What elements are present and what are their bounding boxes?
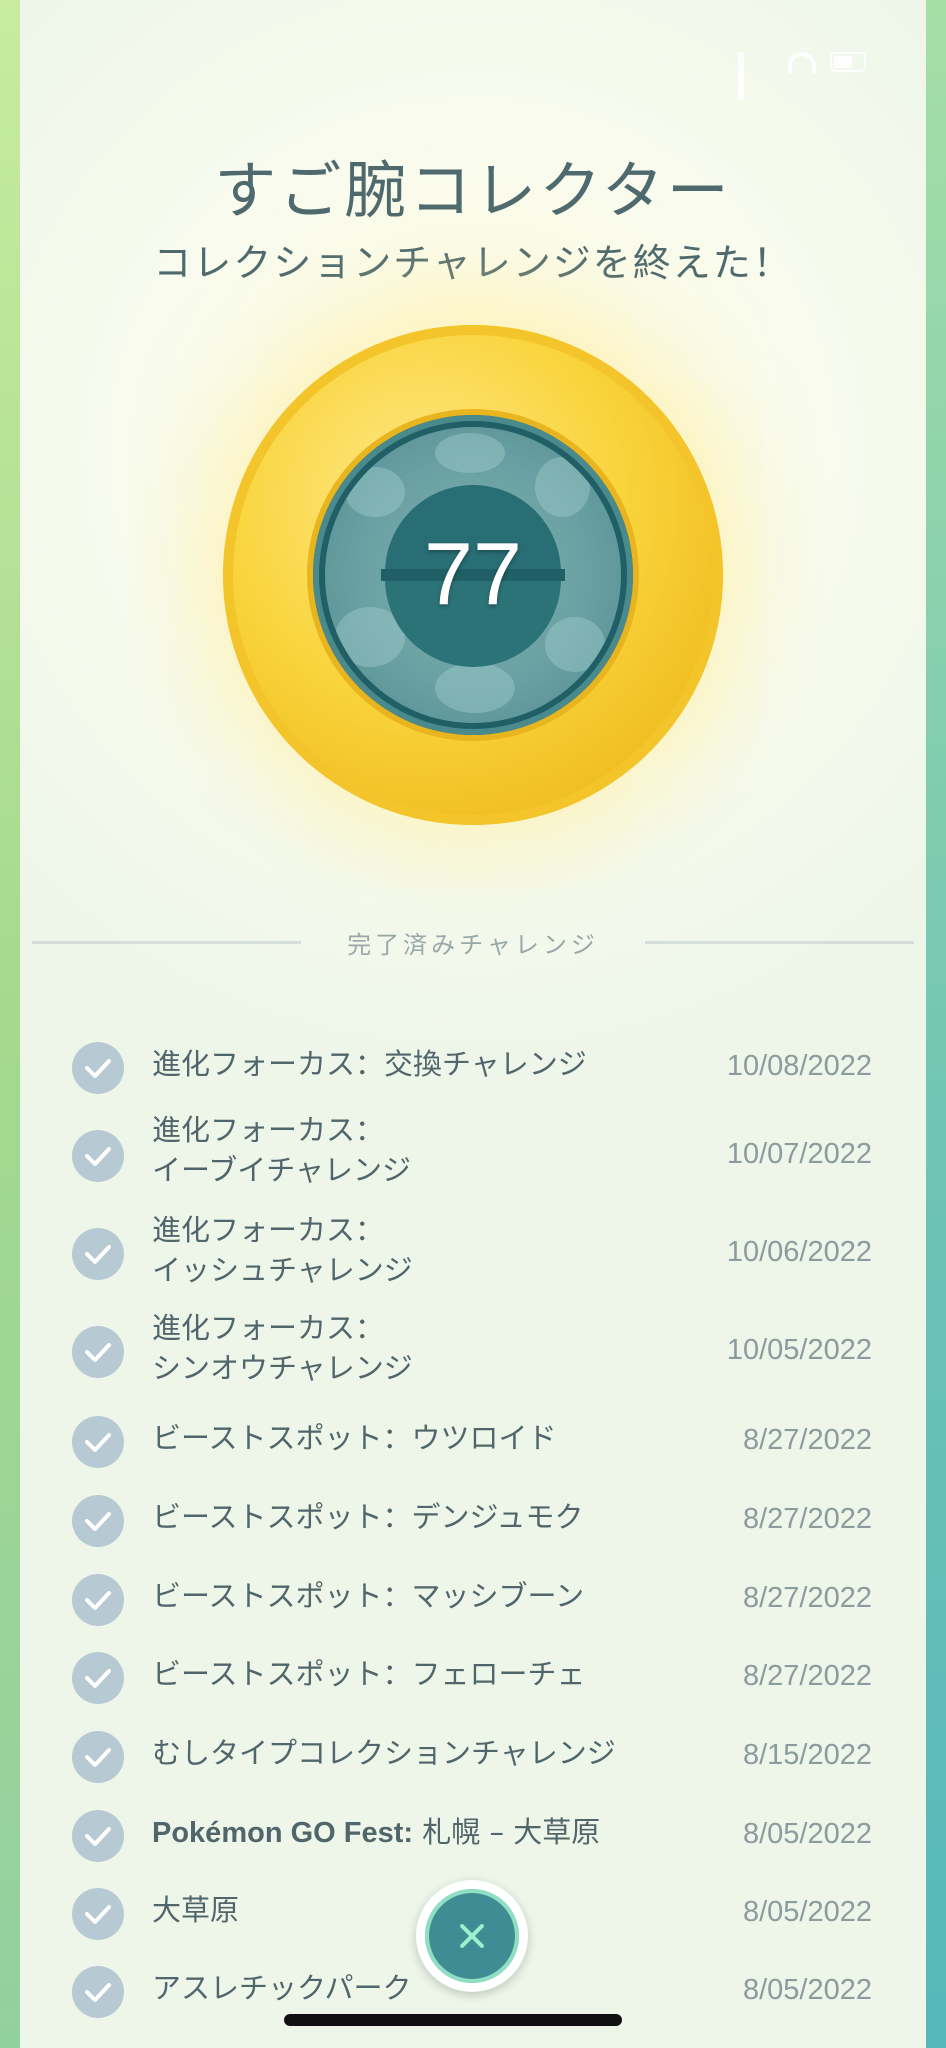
challenge-name: 進化フォーカス： イッシュチャレンジ — [152, 1213, 413, 1287]
challenge-date: 10/08/2022 — [726, 1050, 872, 1082]
challenge-name: ビーストスポット：マッシブーン — [152, 1579, 585, 1613]
collection-complete-card: すご腕コレクター コレクションチャレンジを終えた！ 77 完了済みチャレンジ 進… — [20, 0, 926, 2048]
wifi-icon — [788, 52, 816, 74]
check-icon — [72, 1228, 124, 1280]
challenge-name: ビーストスポット：デンジュモク — [152, 1500, 584, 1534]
page-subtitle: コレクションチャレンジを終えた！ — [153, 241, 793, 285]
check-icon — [72, 1888, 124, 1940]
challenge-date: 8/05/2022 — [742, 1896, 872, 1928]
page-title: すご腕コレクター — [214, 154, 732, 227]
challenge-date: 8/27/2022 — [742, 1582, 872, 1614]
challenge-date: 8/15/2022 — [742, 1739, 872, 1771]
check-icon — [72, 1495, 124, 1547]
challenge-date: 10/05/2022 — [726, 1334, 872, 1366]
event-location: 札幌 – 大草原 — [413, 1815, 601, 1849]
screen-bezel-right — [926, 0, 946, 2048]
challenge-date: 10/07/2022 — [726, 1138, 872, 1170]
check-icon — [72, 1731, 124, 1783]
challenge-name: 進化フォーカス： シンオウチャレンジ — [152, 1311, 413, 1385]
home-indicator[interactable] — [284, 2014, 622, 2026]
challenge-name: アスレチックパーク — [152, 1971, 412, 2005]
medal-ring: 77 — [313, 415, 633, 735]
check-icon — [72, 1966, 124, 2018]
challenge-name: 大草原 — [152, 1893, 240, 1927]
medal-count: 77 — [424, 524, 522, 623]
check-icon — [72, 1042, 124, 1094]
collector-medal: 77 — [223, 325, 723, 825]
challenge-date: 8/27/2022 — [742, 1424, 872, 1456]
section-divider: 完了済みチャレンジ — [32, 922, 915, 962]
check-icon — [72, 1416, 124, 1468]
medal-center: 77 — [325, 427, 621, 723]
status-bar — [738, 52, 866, 100]
challenge-date: 8/27/2022 — [742, 1503, 872, 1535]
challenge-name: ビーストスポット：フェローチェ — [152, 1657, 586, 1691]
challenge-date: 8/05/2022 — [742, 1974, 872, 2006]
challenge-date: 10/06/2022 — [726, 1236, 872, 1268]
check-icon — [72, 1652, 124, 1704]
check-icon — [72, 1130, 124, 1182]
challenge-name: 進化フォーカス：交換チャレンジ — [152, 1047, 587, 1081]
check-icon — [72, 1326, 124, 1378]
section-label: 完了済みチャレンジ — [347, 930, 599, 959]
challenge-name: むしタイプコレクションチャレンジ — [152, 1736, 616, 1770]
close-button[interactable] — [416, 1880, 528, 1992]
challenge-date: 8/27/2022 — [742, 1660, 872, 1692]
check-icon — [72, 1810, 124, 1862]
signal-icon — [738, 52, 774, 100]
challenge-name: 進化フォーカス： イーブイチャレンジ — [152, 1113, 411, 1187]
check-icon — [72, 1574, 124, 1626]
battery-icon — [830, 52, 866, 72]
challenge-name: ビーストスポット：ウツロイド — [152, 1421, 557, 1455]
screen-bezel-left — [0, 0, 20, 2048]
challenge-date: 8/05/2022 — [742, 1818, 872, 1850]
event-name: Pokémon GO Fest: — [152, 1817, 414, 1849]
challenge-name: Pokémon GO Fest: 札幌 – 大草原 — [152, 1812, 600, 1853]
close-icon — [425, 1889, 519, 1983]
